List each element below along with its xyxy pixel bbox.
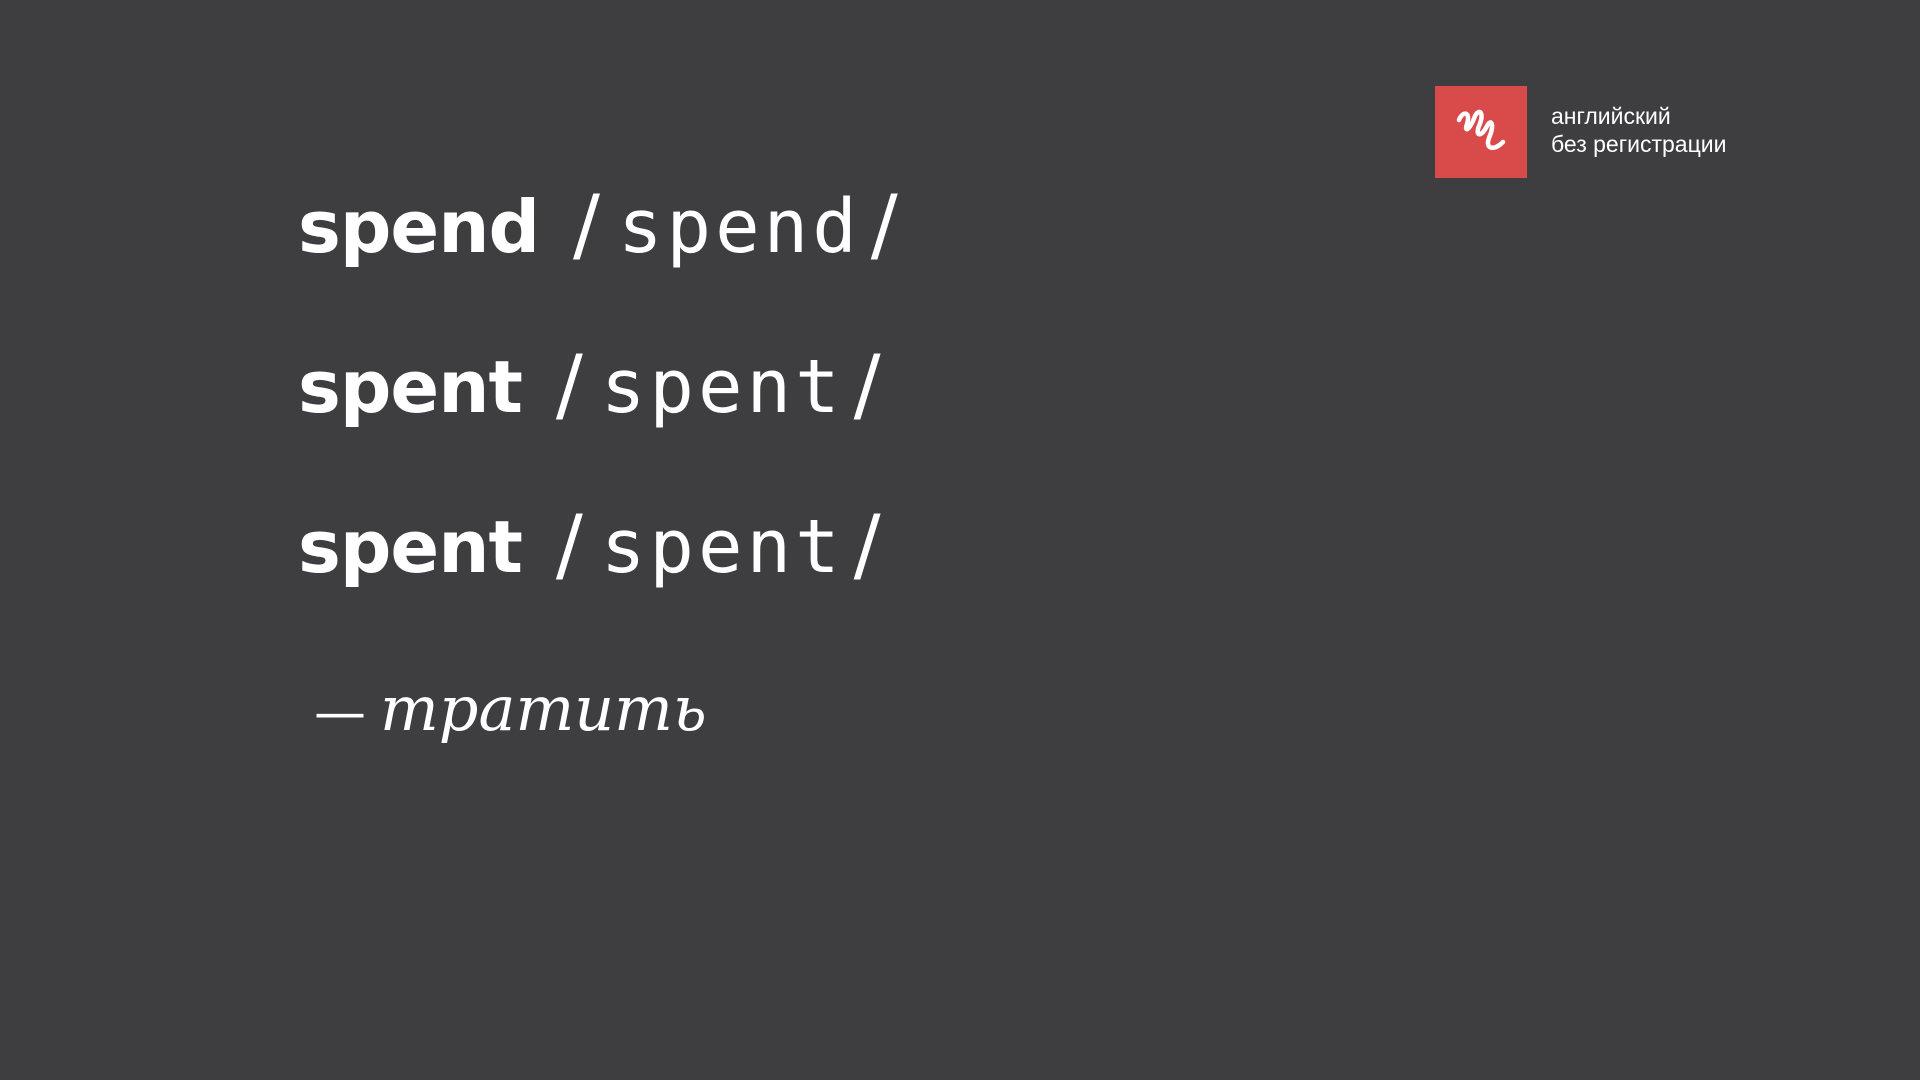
slide: английский без регистрации spend / spend… (0, 0, 1920, 1080)
verb-word: spent (298, 505, 523, 589)
pronunciation: spent (600, 504, 844, 590)
verb-word: spent (298, 345, 523, 429)
brand-name: английский без регистрации (1551, 102, 1726, 158)
slash-open: / (573, 178, 600, 271)
verb-form-base: spend / spend / (298, 178, 898, 278)
slash-close: / (870, 178, 898, 271)
slash-open: / (555, 498, 583, 591)
slash-close: / (853, 338, 881, 431)
verb-form-past-simple: spent / spent / (298, 338, 881, 438)
slash-close: / (853, 498, 881, 591)
pronunciation: spend (617, 184, 861, 270)
brand-name-line2: без регистрации (1551, 131, 1727, 157)
brand-logo: английский без регистрации (1435, 86, 1726, 178)
translation-text: тратить (380, 672, 707, 745)
translation: — тратить (314, 672, 707, 745)
scribble-logo-icon (1435, 86, 1527, 178)
brand-name-line1: английский (1551, 103, 1671, 129)
verb-word: spend (298, 185, 540, 269)
verb-form-past-participle: spent / spent / (298, 498, 881, 598)
slash-open: / (555, 338, 583, 431)
pronunciation: spent (600, 344, 844, 430)
translation-dash: — (314, 683, 366, 743)
